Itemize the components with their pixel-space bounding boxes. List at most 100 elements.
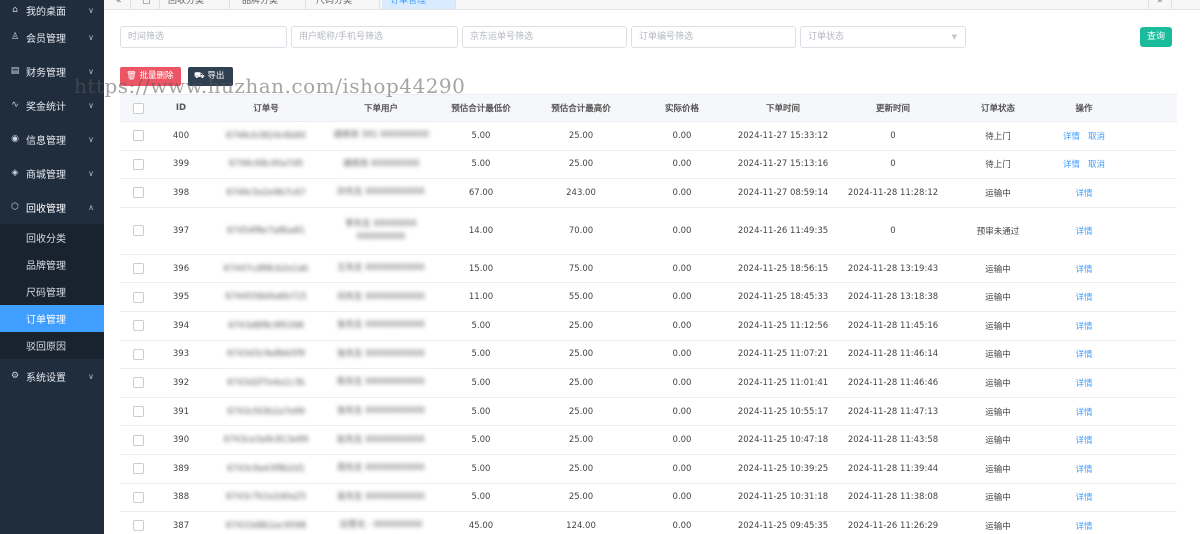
batch-delete-button[interactable]: 🗑︎ 批量删除	[120, 67, 181, 86]
order-status-select[interactable]: 订单状态 ▼	[800, 26, 966, 48]
estimated-high: 25.00	[568, 406, 594, 417]
order-number: 6746c68c40a7d0	[228, 159, 304, 170]
estimated-low: 11.00	[468, 292, 494, 303]
detail-link[interactable]: 详情	[1075, 263, 1092, 275]
jd-waybill-filter-input[interactable]: 京东运单号筛选	[462, 26, 627, 48]
row-checkbox[interactable]	[132, 520, 144, 532]
estimated-low: 45.00	[468, 520, 494, 531]
row-checkbox[interactable]	[132, 320, 144, 332]
detail-link[interactable]: 详情	[1075, 463, 1092, 475]
export-button[interactable]: ⛟ 导出	[188, 67, 233, 86]
submenu-size[interactable]: 尺码管理	[0, 278, 104, 305]
order-number-filter-input[interactable]: 订单编号筛选	[631, 26, 796, 48]
tab-recycle-category[interactable]: 回收分类	[160, 0, 230, 9]
sidebar-item-desktop[interactable]: ⌂ 我的桌面 ∨	[0, 0, 104, 20]
row-checkbox[interactable]	[132, 291, 144, 303]
actual-price: 0.00	[672, 520, 692, 531]
detail-link[interactable]: 详情	[1075, 320, 1092, 332]
tab-orders[interactable]: 订单管理	[382, 0, 456, 9]
row-checkbox[interactable]	[132, 434, 144, 446]
sidebar-item-label: 信息管理	[26, 135, 66, 147]
detail-link[interactable]: 详情	[1075, 434, 1092, 446]
submenu-recycle-category[interactable]: 回收分类	[0, 224, 104, 251]
select-all-checkbox[interactable]	[132, 102, 144, 114]
user-icon: ♙	[10, 32, 20, 42]
estimated-high: 25.00	[568, 463, 594, 474]
cancel-link[interactable]: 取消	[1088, 130, 1105, 142]
query-button[interactable]: 查询	[1140, 27, 1172, 47]
user-line: 吴先生 00000000000	[337, 491, 425, 502]
actual-price: 0.00	[672, 320, 692, 331]
estimated-low: 14.00	[468, 225, 494, 236]
row-checkbox[interactable]	[132, 158, 144, 170]
sidebar-item-info[interactable]: ◉ 信息管理 ∨	[0, 122, 104, 156]
row-checkbox[interactable]	[132, 348, 144, 360]
detail-link[interactable]: 详情	[1075, 491, 1092, 503]
detail-link[interactable]: 详情	[1075, 291, 1092, 303]
row-checkbox[interactable]	[132, 225, 144, 237]
order-number: 67433d8b1ec9598	[225, 520, 307, 531]
sidebar-item-settings[interactable]: ⚙ 系统设置 ∨	[0, 359, 104, 393]
created-time: 2024-11-25 10:39:25	[737, 463, 829, 474]
tab-scroll-right[interactable]: »	[1148, 0, 1172, 9]
submenu-orders[interactable]: 订单管理	[0, 305, 104, 332]
row-checkbox[interactable]	[132, 130, 144, 142]
sidebar-item-members[interactable]: ♙ 会员管理 ∨	[0, 20, 104, 54]
actual-price: 0.00	[672, 187, 692, 198]
detail-link[interactable]: 详情	[1075, 377, 1092, 389]
detail-link[interactable]: 详情	[1063, 158, 1080, 170]
estimated-low: 15.00	[468, 263, 494, 274]
created-time: 2024-11-25 11:12:56	[737, 320, 829, 331]
tab-scroll-left[interactable]: «	[108, 0, 131, 9]
submenu-reject-reason[interactable]: 驳回原因	[0, 332, 104, 359]
sidebar-item-finance[interactable]: ▤ 财务管理 ∨	[0, 54, 104, 88]
user-line: 陈先生 00000000000	[337, 377, 425, 388]
row-checkbox[interactable]	[132, 263, 144, 275]
table-row: 391 6743cfd3b2a7e99 张先生 00000000000 5.00 25.…	[120, 397, 1177, 427]
detail-link[interactable]: 详情	[1075, 520, 1092, 532]
estimated-low: 67.00	[468, 187, 494, 198]
user-filter-input[interactable]: 用户昵称/手机号筛选	[291, 26, 458, 48]
submenu-brand[interactable]: 品牌管理	[0, 251, 104, 278]
sidebar-item-mall[interactable]: ◈ 商城管理 ∨	[0, 156, 104, 190]
estimated-high: 25.00	[568, 435, 594, 446]
user-line: 刘先生 00000000000	[337, 291, 425, 302]
home-tab-icon[interactable]: ▢	[134, 0, 160, 9]
estimated-high: 25.00	[568, 130, 594, 141]
updated-time: 0	[890, 130, 896, 141]
column-header: 操作	[1075, 104, 1093, 114]
sidebar-item-recycle[interactable]: ⬡ 回收管理 ∧	[0, 190, 104, 224]
sidebar-item-label: 商城管理	[26, 169, 66, 181]
tab-size[interactable]: 尺码分类	[308, 0, 380, 9]
user-line: 边雪光 - 000000000	[339, 520, 423, 531]
tab-brand[interactable]: 品牌分类	[234, 0, 306, 9]
estimated-high: 25.00	[568, 159, 594, 170]
table-row: 389 6743c9a43f8b2d1 周先生 00000000000 5.00 25.…	[120, 454, 1177, 484]
detail-link[interactable]: 详情	[1063, 130, 1080, 142]
row-checkbox[interactable]	[132, 187, 144, 199]
order-user: 请修改 391 000000000	[326, 122, 436, 150]
column-header: 更新时间	[875, 104, 910, 114]
row-checkbox[interactable]	[132, 491, 144, 503]
recycle-submenu: 回收分类 品牌管理 尺码管理 订单管理 驳回原因	[0, 224, 104, 359]
table-row: 387 67433d8b1ec9598 边雪光 - 000000000 45.00 12…	[120, 512, 1177, 534]
order-user: 王先生 00000000000	[326, 255, 436, 283]
order-status: 运输中	[985, 350, 1011, 361]
time-filter-input[interactable]: 时间筛选	[120, 26, 287, 48]
row-checkbox[interactable]	[132, 463, 144, 475]
select-all-cell	[120, 95, 156, 121]
row-checkbox[interactable]	[132, 377, 144, 389]
order-id: 392	[172, 377, 190, 388]
detail-link[interactable]: 详情	[1075, 406, 1092, 418]
order-user: 陈先生 00000000000	[326, 369, 436, 397]
created-time: 2024-11-25 10:55:17	[737, 406, 829, 417]
column-header: 预估合计最高价	[551, 104, 611, 114]
cancel-link[interactable]: 取消	[1088, 158, 1105, 170]
table-row: 399 6746c68c40a7d0 请修改 000000000 5.00 25.00 0…	[120, 150, 1177, 180]
detail-link[interactable]: 详情	[1075, 187, 1092, 199]
row-checkbox[interactable]	[132, 406, 144, 418]
row-select-cell	[120, 455, 156, 483]
detail-link[interactable]: 详情	[1075, 225, 1092, 237]
sidebar-item-bonus[interactable]: ∿ 奖金统计 ∨	[0, 88, 104, 122]
detail-link[interactable]: 详情	[1075, 348, 1092, 360]
